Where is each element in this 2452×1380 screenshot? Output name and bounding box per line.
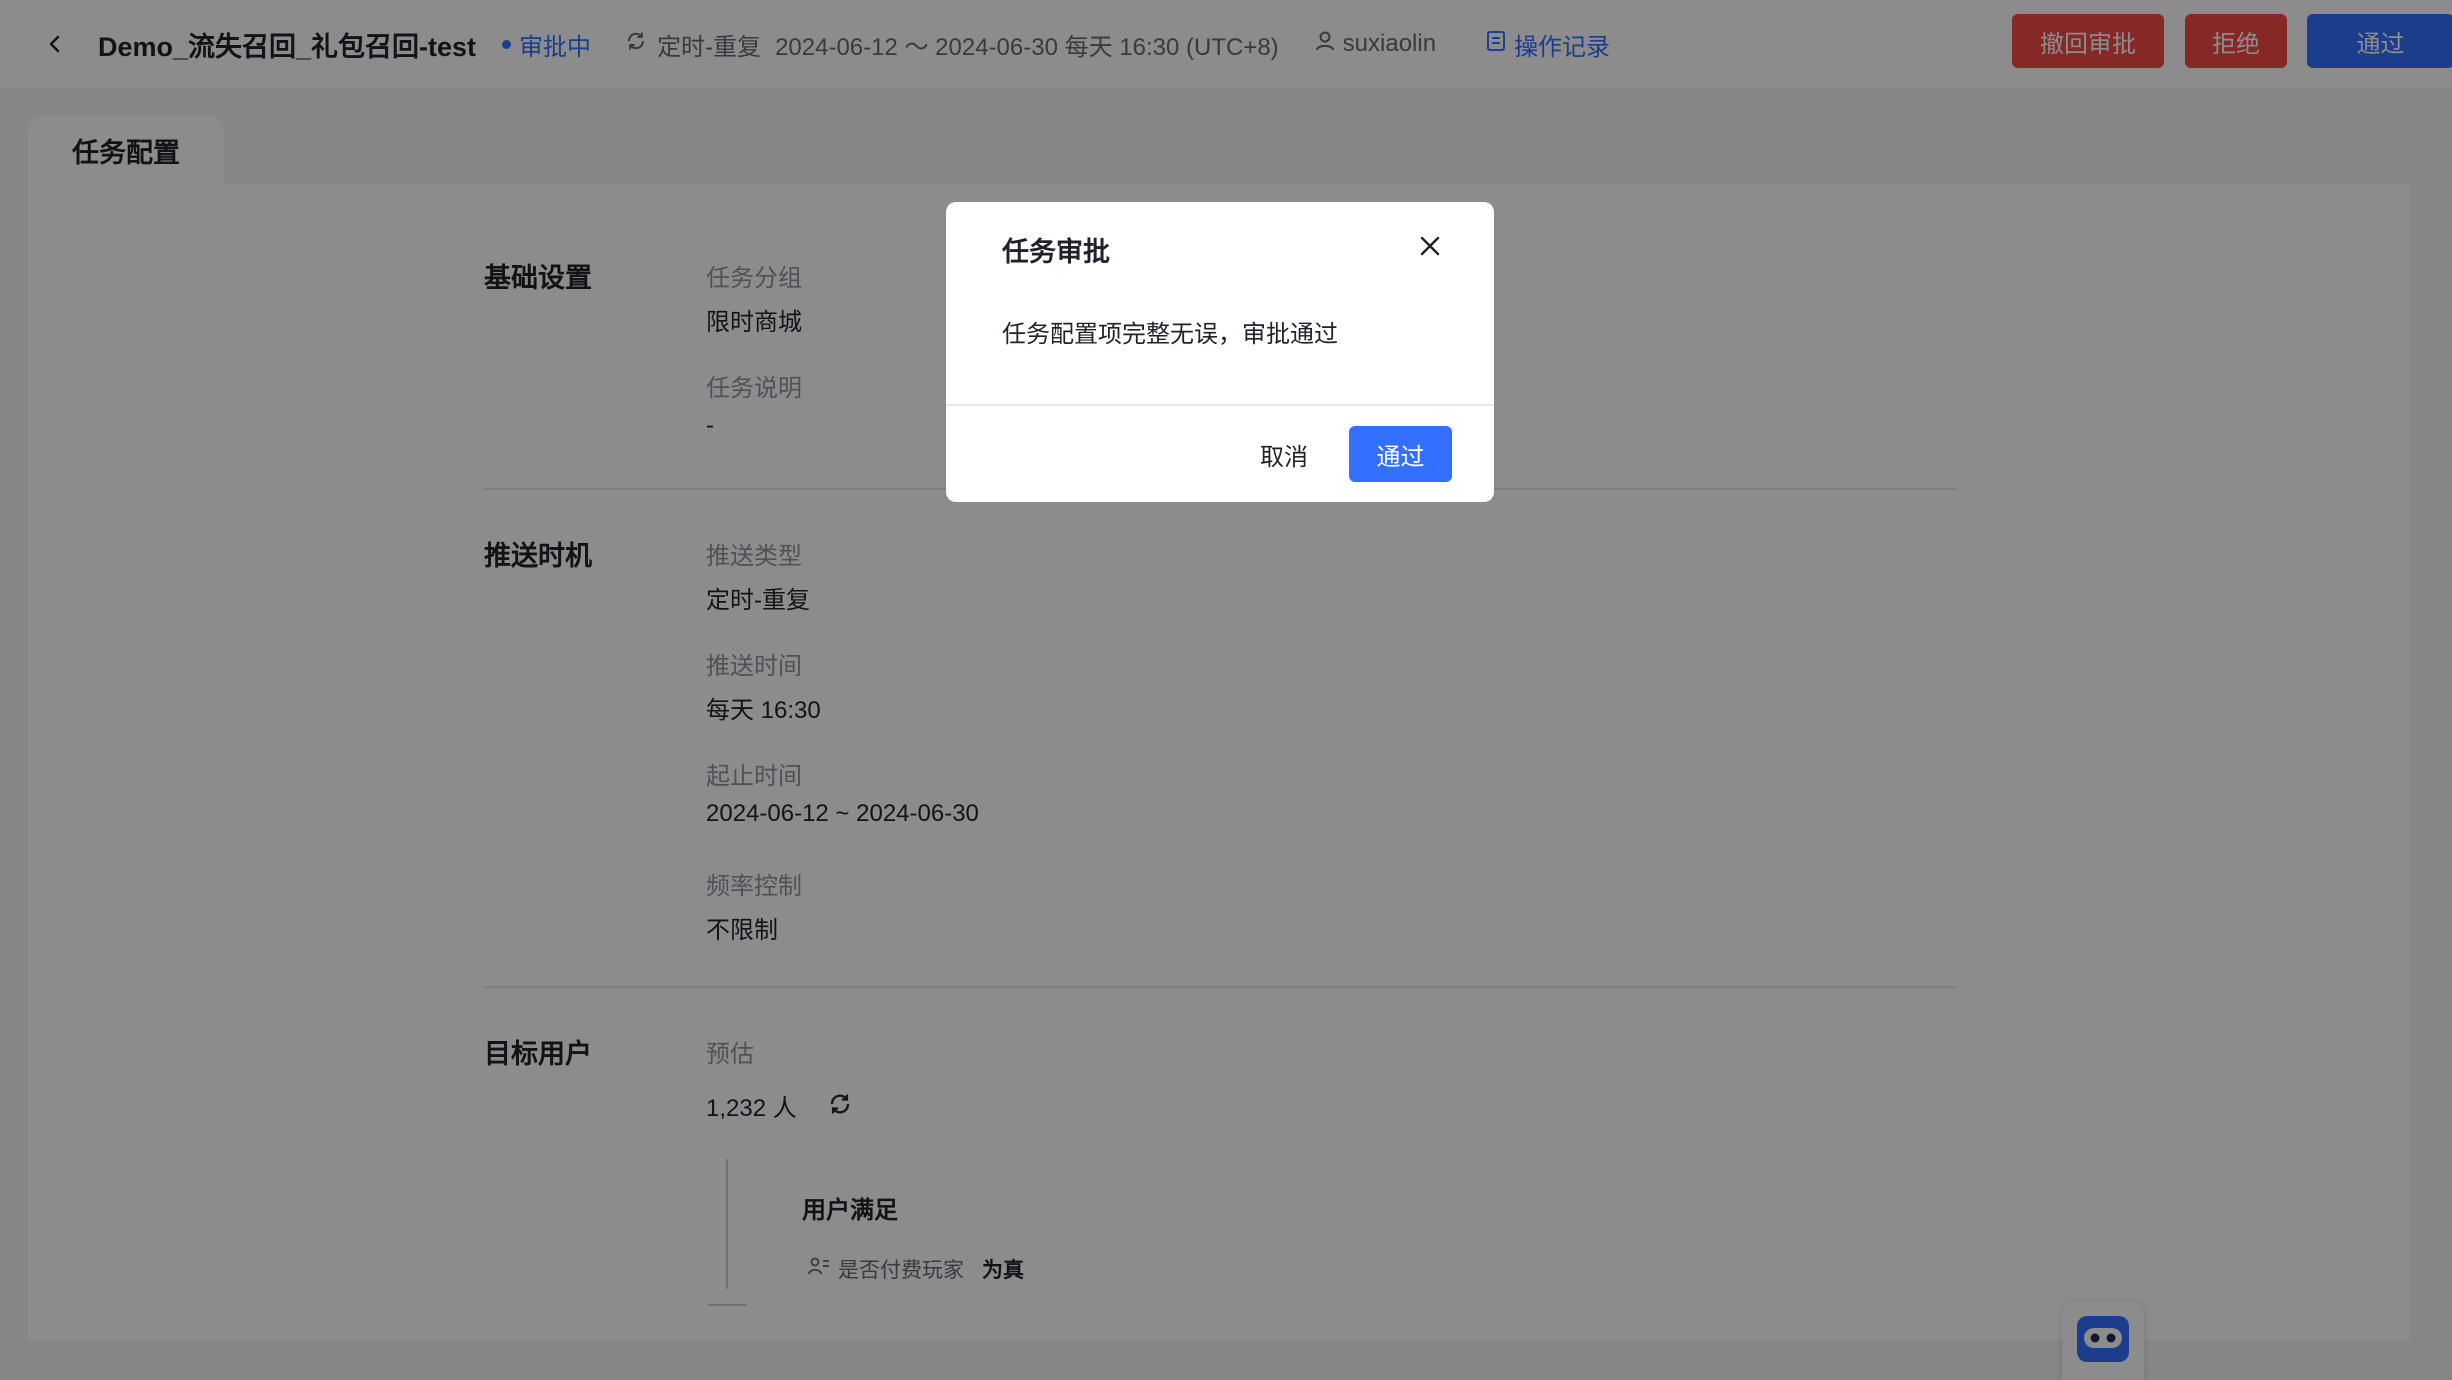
- dialog-message: 任务配置项完整无误，审批通过: [1002, 321, 1338, 348]
- dialog-approve-button[interactable]: 通过: [1349, 426, 1452, 482]
- dialog-cancel-button[interactable]: 取消: [1238, 426, 1330, 482]
- close-icon[interactable]: [1414, 230, 1446, 262]
- dialog-title: 任务审批: [1002, 237, 1110, 267]
- dialog-divider: [946, 404, 1494, 406]
